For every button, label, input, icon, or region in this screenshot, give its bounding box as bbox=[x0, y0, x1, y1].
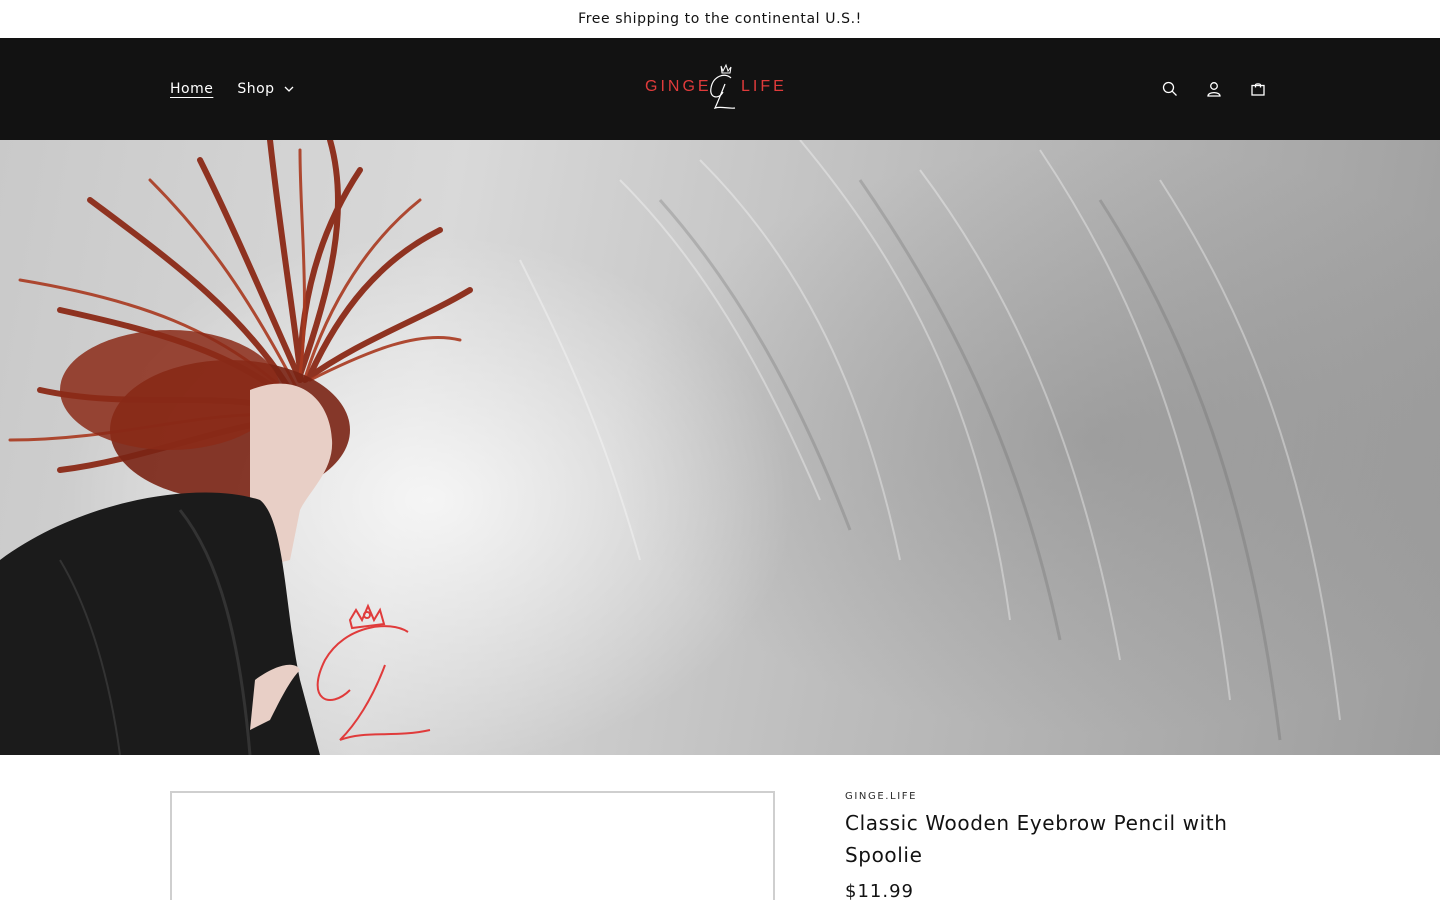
hero-image bbox=[0, 140, 1341, 755]
logo-text-left: GINGE bbox=[645, 78, 712, 95]
search-button[interactable] bbox=[1148, 67, 1192, 111]
chevron-down-icon bbox=[284, 86, 294, 92]
logo-text-right: LIFE bbox=[741, 78, 787, 95]
logo-monogram-icon bbox=[710, 63, 736, 110]
cart-button[interactable] bbox=[1236, 67, 1280, 111]
hero-banner bbox=[0, 140, 1440, 755]
product-section: GINGE.LIFE Classic Wooden Eyebrow Pencil… bbox=[0, 755, 1440, 900]
nav-item-shop[interactable]: Shop bbox=[225, 75, 305, 103]
product-price: $11.99 bbox=[845, 881, 914, 900]
nav-item-home-label: Home bbox=[170, 81, 214, 97]
header-icons bbox=[1148, 38, 1280, 140]
product-vendor: GINGE.LIFE bbox=[845, 791, 918, 802]
announcement-text: Free shipping to the continental U.S.! bbox=[578, 11, 862, 27]
nav-item-home[interactable]: Home bbox=[158, 75, 225, 103]
ginge-life-monogram bbox=[316, 603, 431, 741]
product-image[interactable] bbox=[170, 791, 775, 900]
search-icon bbox=[1162, 81, 1177, 96]
site-logo[interactable]: GINGE LIFE bbox=[643, 62, 797, 114]
cart-icon bbox=[1251, 83, 1265, 96]
announcement-bar: Free shipping to the continental U.S.! bbox=[0, 0, 1440, 38]
site-header: Home Shop GINGE LIFE bbox=[0, 38, 1440, 140]
account-button[interactable] bbox=[1192, 67, 1236, 111]
product-title: Classic Wooden Eyebrow Pencil with Spool… bbox=[845, 811, 1228, 867]
main-nav: Home Shop bbox=[158, 38, 306, 140]
account-icon bbox=[1207, 82, 1221, 97]
nav-item-shop-label: Shop bbox=[237, 81, 275, 97]
